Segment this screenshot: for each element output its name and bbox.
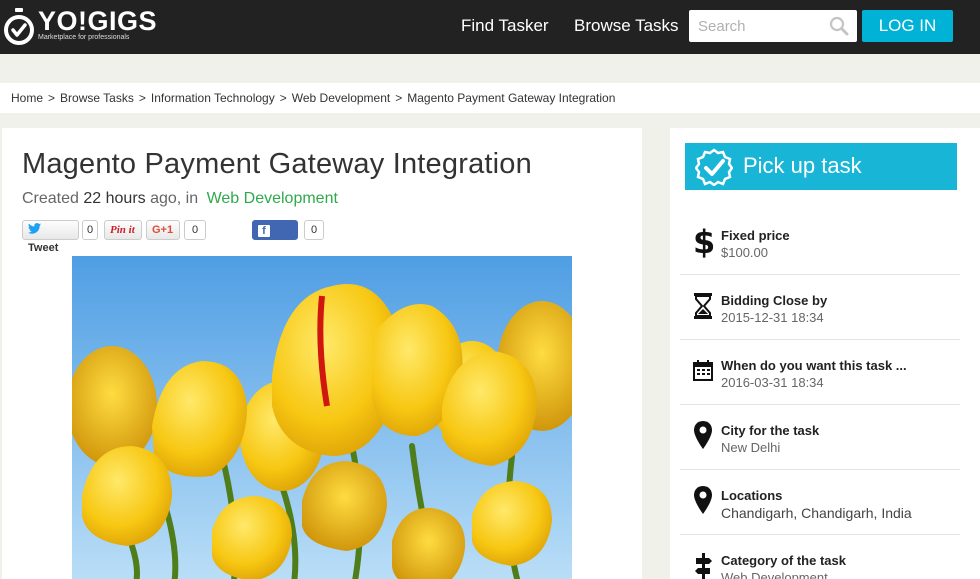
breadcrumb-home[interactable]: Home xyxy=(11,83,43,113)
breadcrumb-current-task: Magento Payment Gateway Integration xyxy=(407,91,616,105)
tweet-button[interactable]: Tweet xyxy=(22,220,79,254)
info-category: Category of the task Web Development xyxy=(680,535,960,579)
top-navigation-bar: YO!GIGS Marketplace for professionals Fi… xyxy=(0,0,980,54)
tweet-count: 0 xyxy=(82,220,98,240)
info-label: When do you want this task ... xyxy=(721,358,907,373)
info-deadline: When do you want this task ... 2016-03-3… xyxy=(680,340,960,405)
info-value: New Delhi xyxy=(721,440,781,455)
breadcrumb: Home > Browse Tasks > Information Technology… xyxy=(0,83,980,113)
info-fixed-price: $ Fixed price $100.00 xyxy=(680,210,960,275)
calendar-icon xyxy=(692,354,714,388)
google-plus-count: 0 xyxy=(184,220,206,240)
info-value: 2016-03-31 18:34 xyxy=(721,375,824,390)
twitter-icon xyxy=(28,223,41,234)
nav-browse-tasks[interactable]: Browse Tasks xyxy=(574,16,679,36)
stopwatch-logo-icon xyxy=(3,8,35,45)
site-logo[interactable]: YO!GIGS Marketplace for professionals xyxy=(3,6,158,45)
created-suffix: ago, in xyxy=(150,190,199,207)
facebook-icon: f xyxy=(258,225,270,237)
search-input[interactable] xyxy=(689,10,819,42)
task-detail-card: Magento Payment Gateway Integration Crea… xyxy=(2,128,642,579)
search-icon[interactable] xyxy=(829,16,849,36)
facebook-like-count: 0 xyxy=(304,220,324,240)
nav-find-tasker[interactable]: Find Tasker xyxy=(461,16,549,36)
pick-up-task-button[interactable]: Pick up task xyxy=(685,143,957,190)
breadcrumb-separator: > xyxy=(395,91,403,105)
breadcrumb-web-development[interactable]: Web Development xyxy=(292,83,391,113)
checkmark-badge-icon xyxy=(694,148,734,187)
created-prefix: Created xyxy=(22,190,79,207)
breadcrumb-information-technology[interactable]: Information Technology xyxy=(151,83,275,113)
info-value: Web Development xyxy=(721,570,828,579)
breadcrumb-browse-tasks[interactable]: Browse Tasks xyxy=(60,83,134,113)
hourglass-icon xyxy=(692,289,714,323)
facebook-like-label: Like xyxy=(258,242,281,254)
info-label: Category of the task xyxy=(721,553,846,568)
dollar-icon: $ xyxy=(692,223,715,261)
task-title: Magento Payment Gateway Integration xyxy=(22,148,532,180)
task-meta: Created 22 hours ago, in Web Development xyxy=(22,189,338,209)
info-label: Fixed price xyxy=(721,228,790,243)
breadcrumb-separator: > xyxy=(279,91,287,105)
info-label: City for the task xyxy=(721,423,820,438)
map-pin-icon xyxy=(692,419,714,453)
info-label: Bidding Close by xyxy=(721,293,828,308)
task-image xyxy=(72,256,572,579)
info-label: Locations xyxy=(721,488,783,503)
facebook-like-button[interactable]: f Like xyxy=(252,220,298,254)
info-value: 2015-12-31 18:34 xyxy=(721,310,824,325)
tweet-label: Tweet xyxy=(28,242,59,254)
breadcrumb-separator: > xyxy=(48,91,56,105)
map-pin-icon xyxy=(692,484,714,518)
breadcrumb-separator: > xyxy=(138,91,146,105)
login-button[interactable]: LOG IN xyxy=(862,10,953,42)
info-bidding-close: Bidding Close by 2015-12-31 18:34 xyxy=(680,275,960,340)
svg-text:$: $ xyxy=(693,224,714,258)
task-category-link[interactable]: Web Development xyxy=(207,190,338,207)
info-value: $100.00 xyxy=(721,245,768,260)
google-plus-button[interactable]: G+1 xyxy=(146,220,180,240)
search-box xyxy=(689,10,857,42)
pick-up-task-label: Pick up task xyxy=(743,153,862,178)
created-time: 22 hours xyxy=(83,190,146,207)
info-value: Chandigarh, Chandigarh, India xyxy=(721,505,912,521)
info-city: City for the task New Delhi xyxy=(680,405,960,470)
pinterest-button[interactable]: Pin it xyxy=(104,220,142,240)
info-locations: Locations Chandigarh, Chandigarh, India xyxy=(680,470,960,535)
task-sidebar: Pick up task $ Fixed price $100.00 Biddi… xyxy=(670,128,980,579)
signpost-icon xyxy=(692,549,714,579)
logo-text: YO!GIGS xyxy=(38,6,158,36)
